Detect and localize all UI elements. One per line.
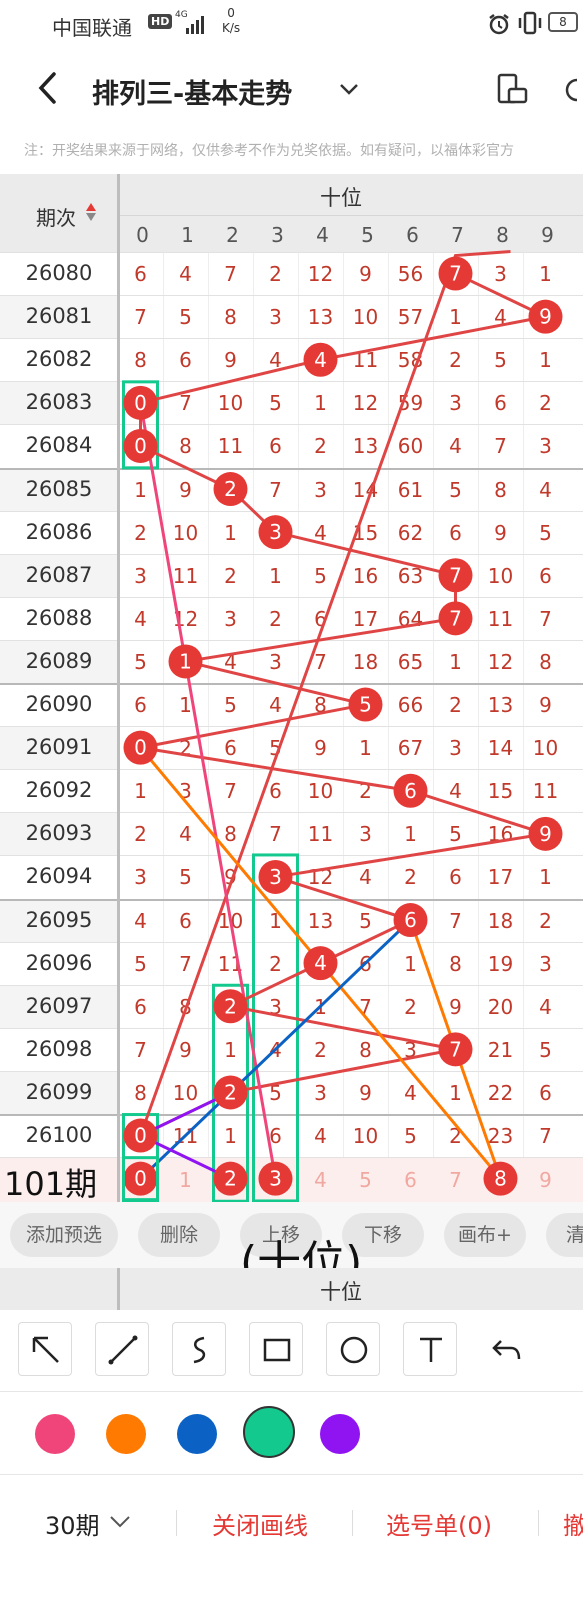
- close-lines-button[interactable]: 关闭画线: [212, 1506, 308, 1541]
- color-swatch-pink[interactable]: [35, 1414, 75, 1454]
- device-rotate-icon[interactable]: [495, 72, 529, 106]
- text-tool[interactable]: [403, 1322, 457, 1376]
- hit-ball-number: 7: [449, 262, 462, 286]
- preview-ball-number: 8: [494, 1167, 507, 1191]
- arrow-icon: [32, 1336, 59, 1363]
- hit-ball-number: 0: [134, 391, 147, 415]
- hit-ball-number: 9: [539, 305, 552, 329]
- color-swatch-orange[interactable]: [106, 1414, 146, 1454]
- drawing-tools: [0, 1310, 583, 1392]
- selection-list-button[interactable]: 选号单(0): [386, 1506, 492, 1541]
- hit-ball-number: 2: [224, 994, 237, 1018]
- hd-badge: HD: [148, 14, 173, 29]
- hit-ball-number: 3: [269, 520, 282, 544]
- app-header: 排列三-基本走势: [0, 50, 583, 130]
- more-icon[interactable]: [565, 72, 583, 106]
- hit-ball-number: 7: [449, 1037, 462, 1061]
- color-swatch-blue[interactable]: [177, 1414, 217, 1454]
- line-icon: [108, 1335, 138, 1365]
- back-arrow-icon[interactable]: [30, 68, 70, 108]
- undo-tool[interactable]: [480, 1322, 534, 1376]
- hit-ball-number: 3: [269, 865, 282, 889]
- signal-icon: [186, 16, 204, 34]
- rectangle-icon: [263, 1338, 291, 1362]
- chevron-down-icon[interactable]: [108, 1512, 132, 1532]
- text-icon: [420, 1337, 442, 1362]
- color-swatch-green-selected[interactable]: [243, 1406, 295, 1458]
- add-preselect-button[interactable]: 添加预选: [10, 1213, 118, 1257]
- trend-chart: 期次 十位 0123456789 26080 6 4 7 2 12 9 56 3 1 26081 7 5…: [0, 174, 583, 1202]
- drawn-line-blue: [139, 918, 412, 1180]
- hit-ball-number: 0: [134, 736, 147, 760]
- alarm-icon: [489, 14, 509, 35]
- hit-ball-number: 2: [224, 477, 237, 501]
- sub-header-label: 十位: [320, 1280, 362, 1304]
- hit-ball-number: 0: [134, 434, 147, 458]
- hit-ball-number: 6: [404, 779, 417, 803]
- drawn-line-pink: [139, 402, 277, 1179]
- chevron-down-icon[interactable]: [336, 76, 362, 102]
- drawing-overlay[interactable]: 7 9 4 0 0 2 3 7 7 1 5 0 6 9 3 6 4 2 7 2 0 0 2 3 8: [0, 174, 583, 1202]
- carrier-label: 中国联通: [52, 16, 132, 40]
- delete-button[interactable]: 删除: [138, 1213, 220, 1257]
- undo-icon: [492, 1340, 521, 1360]
- sub-header: 十位: [0, 1268, 583, 1310]
- hit-ball-number: 7: [449, 606, 462, 630]
- line-tool[interactable]: [95, 1322, 149, 1376]
- hit-ball-number: 7: [449, 563, 462, 587]
- color-palette: [0, 1393, 583, 1475]
- status-bar: 中国联通 HD 4G 0 K/s 8: [0, 0, 583, 50]
- hit-ball-number: 2: [224, 1080, 237, 1104]
- trend-line: [137, 250, 551, 1139]
- vibrate-icon: [518, 11, 542, 35]
- battery-icon: 8: [548, 12, 578, 32]
- more-button[interactable]: 撤: [563, 1506, 583, 1541]
- annotation-rect: [252, 853, 299, 1202]
- hit-ball-number: 0: [134, 1124, 147, 1148]
- arrow-tool[interactable]: [18, 1322, 72, 1376]
- rectangle-tool[interactable]: [249, 1322, 303, 1376]
- freehand-icon: [193, 1336, 206, 1364]
- clear-button[interactable]: 清: [546, 1213, 583, 1257]
- hit-ball-number: 9: [539, 822, 552, 846]
- speed-value: 0: [227, 6, 235, 20]
- period-selector[interactable]: 30期: [45, 1506, 100, 1541]
- preview-issue-label: 101期: [4, 1165, 98, 1202]
- net-speed: 0 K/s: [222, 6, 240, 36]
- preview-ball-number: 0: [134, 1167, 147, 1191]
- hit-ball-number: 1: [179, 649, 192, 673]
- page-title[interactable]: 排列三-基本走势: [92, 72, 292, 111]
- speed-unit: K/s: [222, 21, 241, 35]
- circle-tool[interactable]: [326, 1322, 380, 1376]
- hit-ball-number: 4: [314, 348, 327, 372]
- hit-ball-number: 4: [314, 951, 327, 975]
- circle-icon: [340, 1336, 368, 1364]
- color-swatch-purple[interactable]: [320, 1414, 360, 1454]
- preview-ball-number: 3: [269, 1167, 282, 1191]
- column-divider: [117, 174, 120, 1202]
- canvas-add-button[interactable]: 画布+: [444, 1213, 526, 1257]
- bottom-bar: 30期 关闭画线 选号单(0) 撤: [0, 1476, 583, 1600]
- freehand-tool[interactable]: [172, 1322, 226, 1376]
- disclaimer-notice: 注：开奖结果来源于网络，仅供参考不作为兑奖依据。如有疑问，以福体彩官方: [24, 143, 514, 159]
- preview-ball-number: 2: [224, 1167, 237, 1191]
- hit-ball-number: 5: [359, 693, 372, 717]
- hit-ball-number: 6: [404, 908, 417, 932]
